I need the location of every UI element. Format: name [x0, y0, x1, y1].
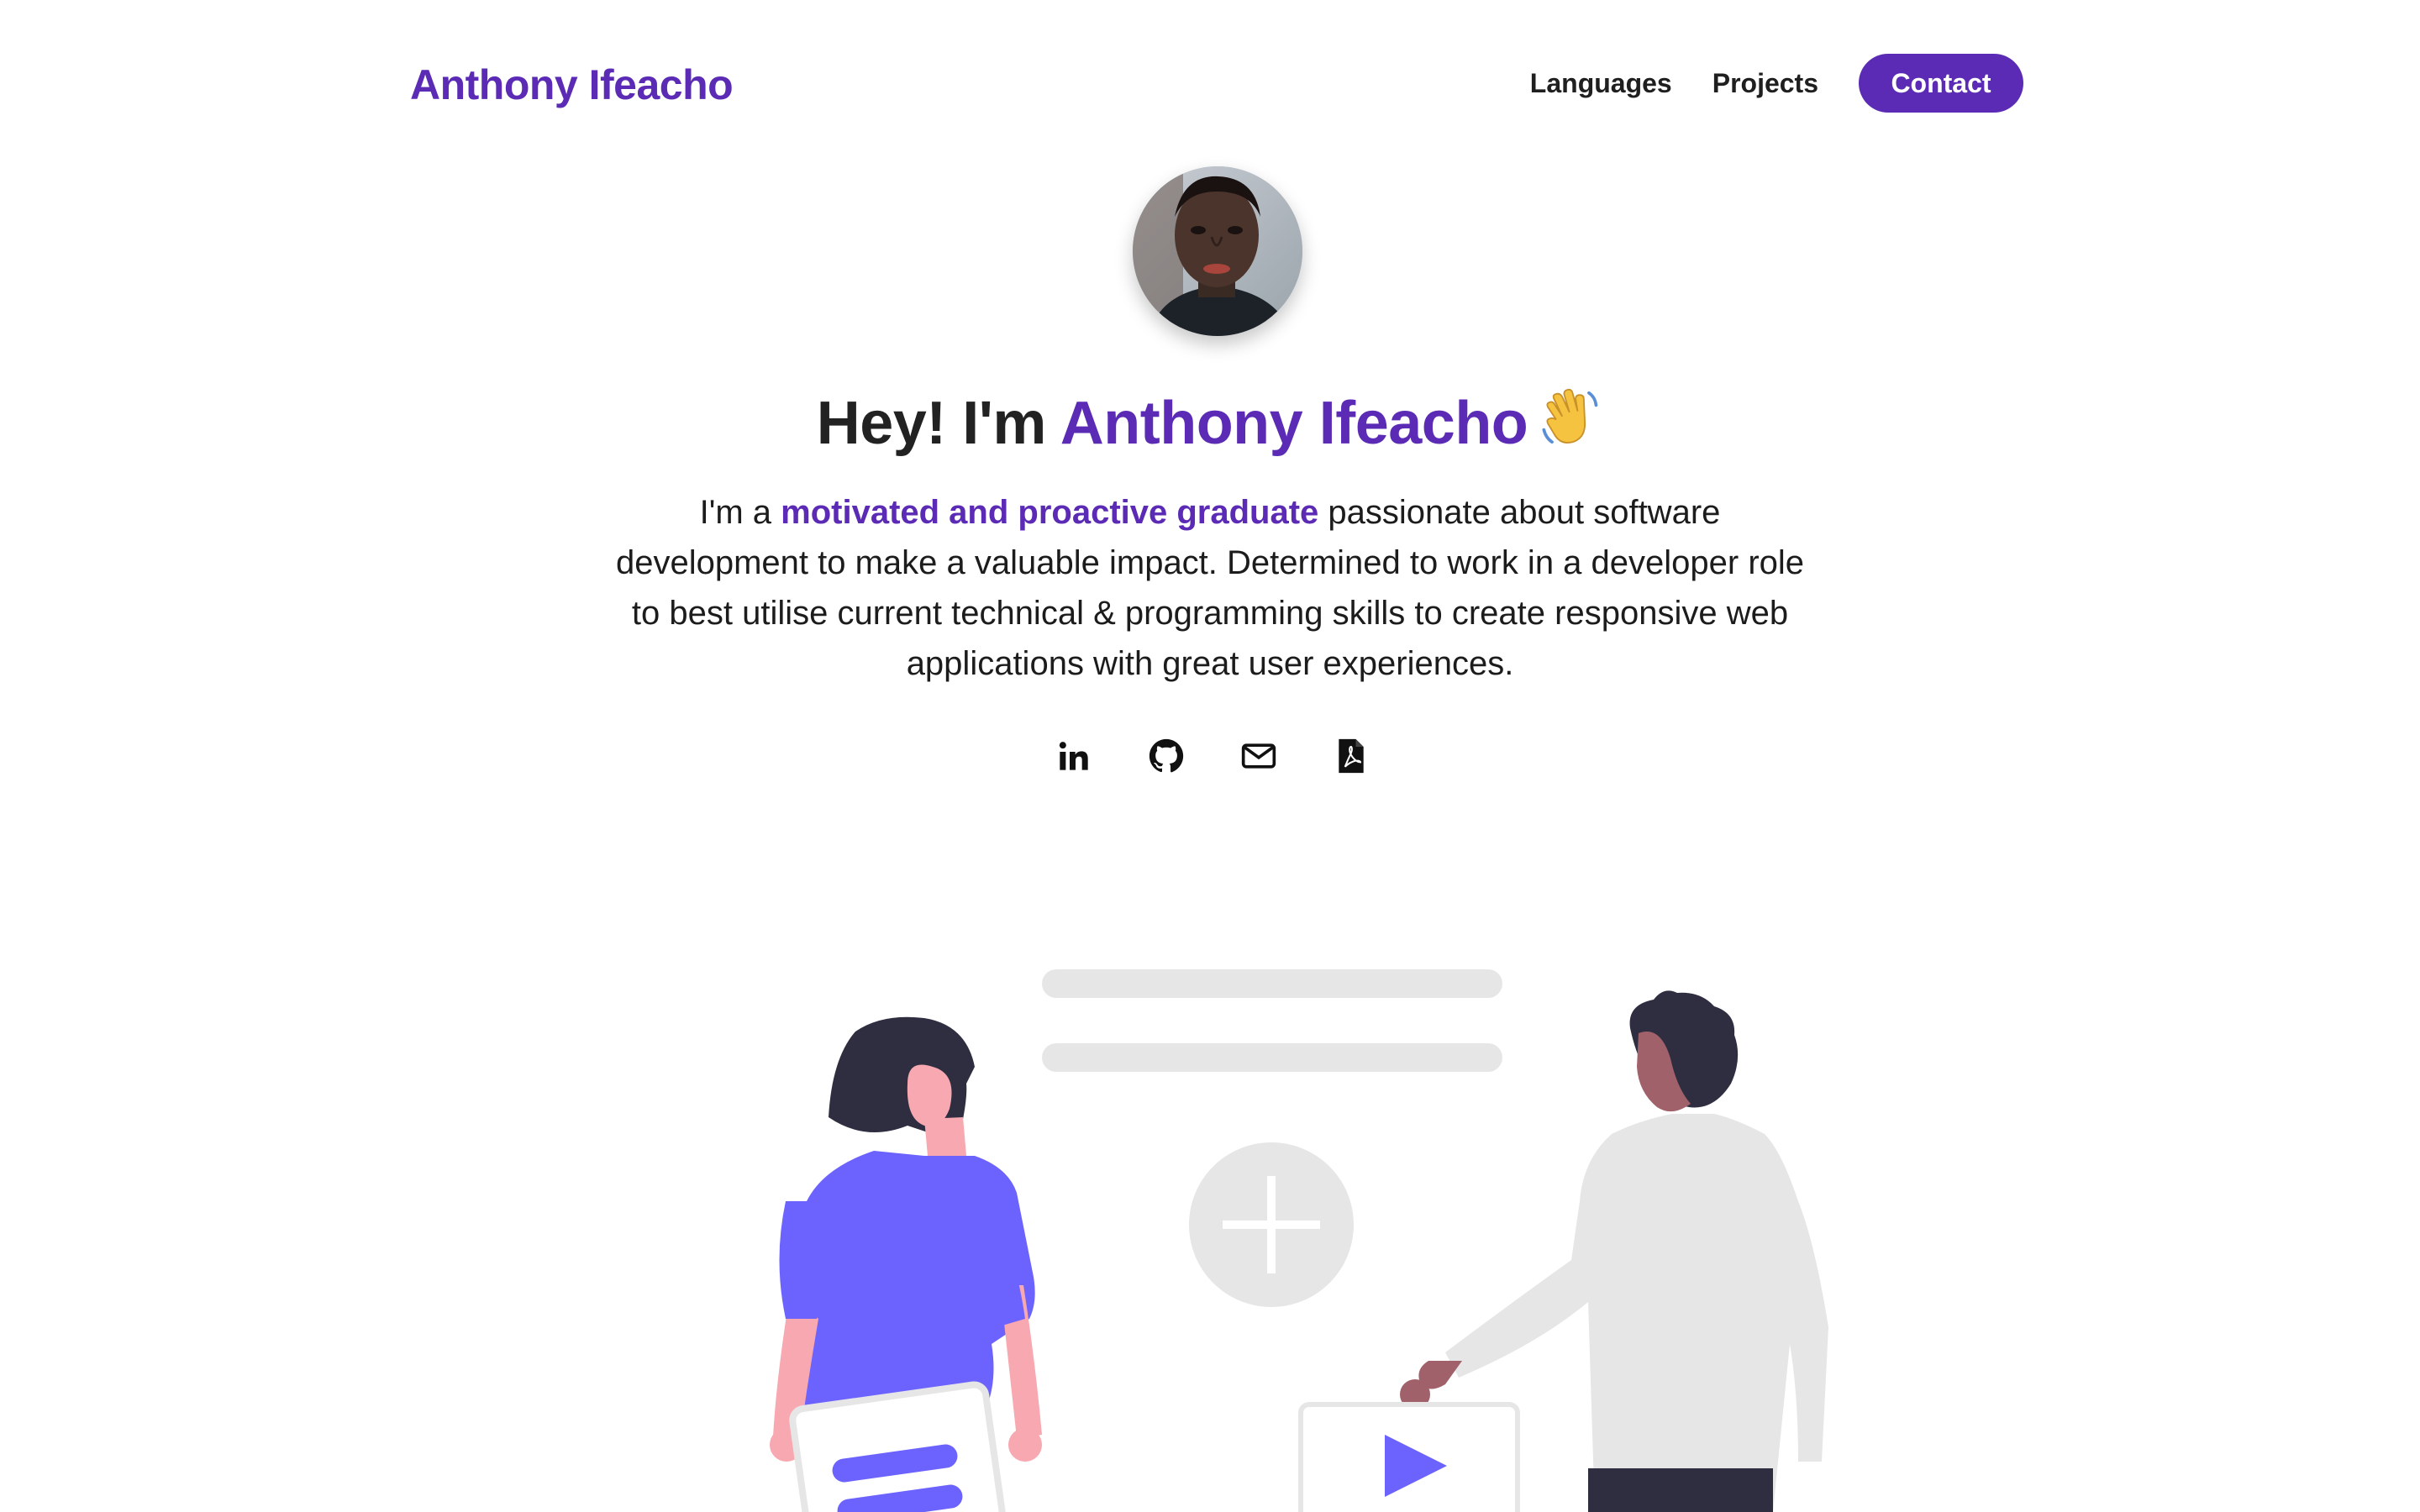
linkedin-icon[interactable]: [1054, 736, 1094, 776]
intro-before: I'm a: [699, 494, 781, 531]
github-icon[interactable]: [1146, 736, 1186, 776]
hero-illustration: [0, 924, 2420, 1512]
waving-hand-icon: [1538, 385, 1603, 465]
greeting-text: Hey! I'm: [816, 390, 1060, 457]
pdf-icon[interactable]: [1331, 736, 1371, 776]
hero-headline: Hey! I'm Anthony Ifeacho: [0, 385, 2420, 465]
contact-button[interactable]: Contact: [1859, 54, 2023, 113]
intro-paragraph: I'm a motivated and proactive graduate p…: [613, 487, 1807, 689]
hero-name: Anthony Ifeacho: [1060, 390, 1528, 457]
site-brand[interactable]: Anthony Ifeacho: [410, 60, 734, 109]
nav-languages-link[interactable]: Languages: [1530, 68, 1672, 99]
profile-avatar: [1133, 166, 1302, 336]
intro-highlight: motivated and proactive graduate: [781, 494, 1319, 531]
mail-icon[interactable]: [1239, 736, 1279, 776]
nav-projects-link[interactable]: Projects: [1712, 68, 1818, 99]
main-nav: Languages Projects Contact: [1530, 54, 2023, 113]
portfolio-page: Anthony Ifeacho Languages Projects Conta…: [0, 0, 2420, 1512]
social-links: [1054, 736, 1423, 776]
